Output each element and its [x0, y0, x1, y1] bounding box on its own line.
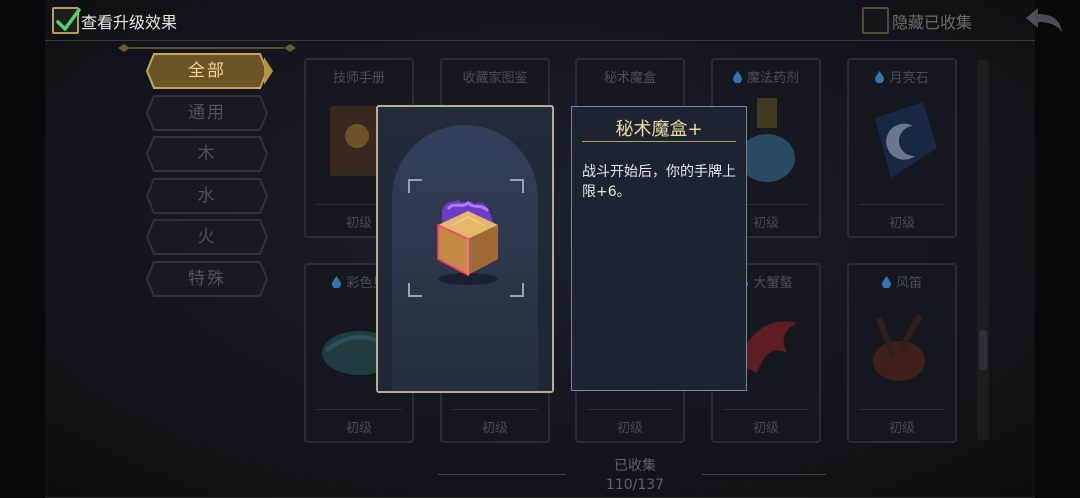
collection-card[interactable]: 风笛初级	[847, 263, 957, 443]
collected-counter: 已收集 110/137	[560, 457, 710, 495]
detail-divider	[582, 141, 736, 142]
category-label: 通用	[188, 103, 226, 123]
category-tab-1[interactable]: 通用	[146, 95, 269, 131]
card-divider	[859, 204, 945, 205]
card-level: 初级	[616, 421, 643, 436]
card-level: 初级	[345, 421, 372, 436]
card-divider	[316, 409, 402, 410]
category-tab-2[interactable]: 木	[146, 136, 269, 172]
left-edge	[0, 0, 45, 498]
detail-description: 战斗开始后，你的手牌上限+6。	[582, 164, 736, 200]
menu-ornament	[118, 44, 296, 52]
category-label: 特殊	[188, 269, 226, 289]
category-tab-0[interactable]: 全部	[146, 53, 273, 89]
frame-corner	[408, 179, 422, 193]
scrollbar-thumb[interactable]	[979, 330, 987, 370]
card-level: 初级	[481, 421, 508, 436]
card-title: 风笛	[849, 272, 955, 291]
show-upgrade-checkbox[interactable]	[52, 7, 81, 34]
water-drop-icon	[732, 71, 742, 83]
card-divider	[859, 409, 945, 410]
frame-corner	[510, 179, 524, 193]
detail-description-panel: 秘术魔盒+ 战斗开始后，你的手牌上限+6。	[571, 106, 747, 391]
category-tab-4[interactable]: 火	[146, 219, 269, 255]
card-divider	[587, 409, 673, 410]
category-tab-5[interactable]: 特殊	[146, 261, 269, 297]
card-title-text: 魔法药剂	[746, 71, 799, 86]
card-title-text: 技师手册	[332, 71, 385, 86]
checkmark-icon	[56, 8, 81, 31]
card-title: 技师手册	[306, 67, 412, 86]
card-title: 收藏家图鉴	[442, 67, 548, 86]
show-upgrade-toggle[interactable]: 查看升级效果	[52, 7, 177, 34]
mystic-box-icon	[437, 199, 498, 285]
right-edge	[1035, 0, 1080, 498]
scrollbar-track[interactable]	[977, 60, 989, 440]
card-divider	[723, 409, 809, 410]
bagpipe-icon	[873, 314, 925, 381]
card-title-text: 月亮石	[889, 71, 929, 86]
detail-title: 秘术魔盒+	[615, 119, 703, 140]
card-title-text: 秘术魔盒	[603, 71, 656, 86]
collected-line-left	[438, 474, 566, 475]
hide-collected-checkbox[interactable]	[862, 7, 889, 34]
game-screen: 查看升级效果 隐藏已收集 全部通用木水火特殊 技师手册初级 收藏家图鉴 秘术魔盒 魔法…	[0, 0, 1080, 498]
collected-line-right	[702, 474, 826, 475]
card-level: 初级	[888, 216, 915, 231]
hide-collected-label: 隐藏已收集	[892, 12, 973, 32]
moonstone-icon	[875, 102, 937, 178]
detail-item-card	[376, 105, 554, 393]
collected-count: 110/137	[605, 477, 665, 493]
card-title-text: 大蟹螯	[753, 276, 793, 291]
back-arrow-icon[interactable]	[1022, 6, 1064, 36]
card-level: 初级	[888, 421, 915, 436]
card-title: 月亮石	[849, 67, 955, 86]
water-drop-icon	[881, 276, 891, 288]
category-tab-3[interactable]: 水	[146, 178, 269, 214]
card-title-text: 收藏家图鉴	[462, 71, 528, 86]
category-label: 水	[197, 186, 217, 206]
category-label: 全部	[188, 61, 226, 81]
category-label: 火	[197, 227, 217, 247]
header-divider	[45, 40, 1035, 41]
water-drop-icon	[332, 276, 342, 288]
card-divider	[452, 409, 538, 410]
card-title: 魔法药剂	[713, 67, 819, 86]
collection-card[interactable]: 月亮石 初级	[847, 58, 957, 238]
frame-corner	[408, 283, 422, 297]
collected-label: 已收集	[614, 458, 656, 474]
frame-corner	[510, 283, 524, 297]
water-drop-icon	[875, 71, 885, 83]
category-label: 木	[197, 144, 217, 164]
hide-collected-toggle[interactable]: 隐藏已收集	[862, 7, 972, 34]
card-title: 秘术魔盒	[577, 67, 683, 86]
card-title-text: 风笛	[895, 276, 922, 291]
show-upgrade-label: 查看升级效果	[81, 12, 178, 32]
card-level: 初级	[752, 421, 779, 436]
